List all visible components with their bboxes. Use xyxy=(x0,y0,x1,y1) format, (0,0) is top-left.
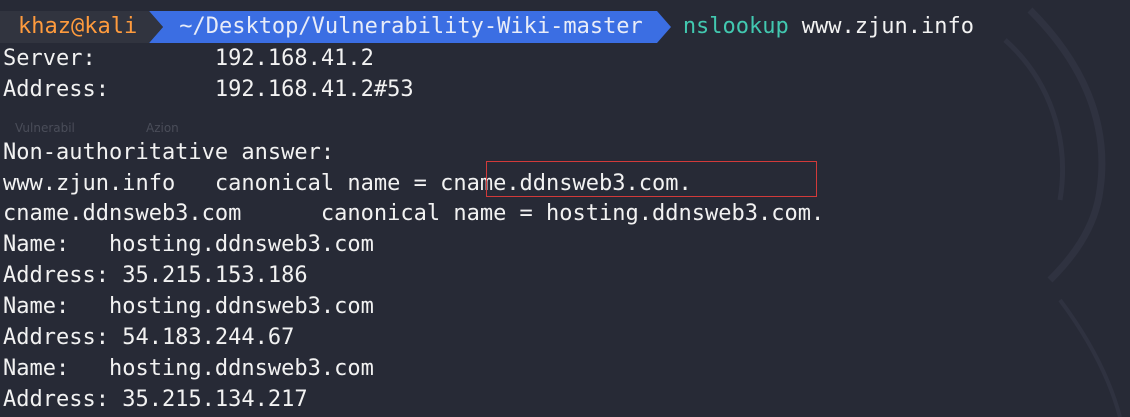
output-server-line: Server: 192.168.41.2 xyxy=(3,46,374,71)
terminal-window[interactable]: khaz@kali ~/Desktop/Vulnerability-Wiki-m… xyxy=(0,0,1130,417)
output-name-line-2: Name: hosting.ddnsweb3.com xyxy=(3,294,374,319)
command-argument: www.zjun.info xyxy=(801,14,974,39)
output-address-line: Address: 192.168.41.2#53 xyxy=(3,77,414,102)
cname-highlight-box xyxy=(486,161,817,197)
output-address-line-2: Address: 54.183.244.67 xyxy=(3,325,295,350)
output-non-authoritative-line: Non-authoritative answer: xyxy=(3,140,335,165)
output-address-line-3: Address: 35.215.134.217 xyxy=(3,387,308,412)
ghost-text-right: Azion xyxy=(146,121,179,135)
shell-prompt: khaz@kali ~/Desktop/Vulnerability-Wiki-m… xyxy=(0,11,974,43)
prompt-directory: ~/Desktop/Vulnerability-Wiki-master xyxy=(149,11,671,43)
output-cname-line-2: cname.ddnsweb3.com canonical name = host… xyxy=(3,201,825,226)
output-name-line-3: Name: hosting.ddnsweb3.com xyxy=(3,356,374,381)
command-name: nslookup xyxy=(682,14,789,39)
ghost-text-left: Vulnerabil xyxy=(15,121,75,135)
prompt-user-host: khaz@kali xyxy=(0,11,164,43)
output-name-line-1: Name: hosting.ddnsweb3.com xyxy=(3,232,374,257)
output-address-line-1: Address: 35.215.153.186 xyxy=(3,263,308,288)
